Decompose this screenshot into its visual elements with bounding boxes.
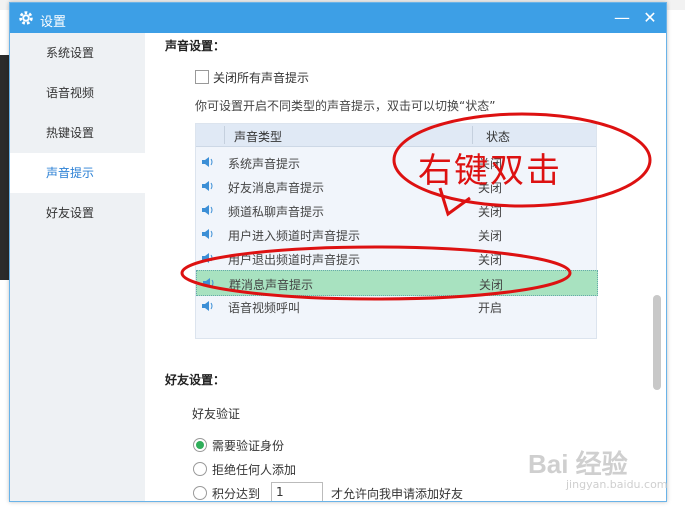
sound-row-name: 群消息声音提示 [229, 278, 314, 292]
speaker-icon [202, 181, 213, 191]
window-title: 设置 [40, 15, 67, 30]
sound-row[interactable]: 语音视频呼叫 开启 [196, 294, 596, 318]
sound-hint: 你可设置开启不同类型的声音提示，双击可以切换“状态” [195, 99, 496, 113]
sound-row-name: 系统声音提示 [228, 157, 301, 171]
sound-row[interactable]: 用户进入频道时声音提示 关闭 [196, 222, 596, 246]
sound-row-state: 关闭 [478, 229, 503, 243]
sound-row-state: 关闭 [478, 253, 503, 267]
points-suffix: 才允许向我申请添加好友 [331, 487, 464, 501]
mute-all-label: 关闭所有声音提示 [213, 71, 310, 85]
close-button[interactable]: ✕ [640, 8, 660, 28]
settings-dialog: 设置 — ✕ 系统设置 语音视频 热键设置 声音提示 好友设置 声音设置： 关闭… [9, 2, 667, 502]
settings-sidebar: 系统设置 语音视频 热键设置 声音提示 好友设置 [10, 33, 145, 501]
sound-row-selected[interactable]: 群消息声音提示 关闭 [196, 270, 598, 296]
sound-row[interactable]: 用户退出频道时声音提示 关闭 [196, 246, 596, 270]
mute-all-checkbox[interactable] [195, 70, 209, 84]
annotation-text: 右键双击 [418, 151, 562, 191]
speaker-icon [202, 301, 213, 311]
sound-row-name: 好友消息声音提示 [228, 181, 325, 195]
sound-row-name: 用户退出频道时声音提示 [228, 253, 361, 267]
points-input[interactable]: 1 [271, 482, 323, 501]
watermark: Bai 经验 [528, 449, 628, 479]
sound-row-state: 关闭 [479, 278, 504, 292]
sidebar-item-voice-video[interactable]: 语音视频 [10, 73, 145, 113]
radio-require-verify[interactable] [193, 438, 207, 452]
radio-points[interactable] [193, 486, 207, 500]
sound-row[interactable]: 频道私聊声音提示 关闭 [196, 198, 596, 222]
content-scrollbar[interactable] [653, 295, 661, 390]
column-header-type[interactable]: 声音类型 [234, 128, 282, 145]
minimize-button[interactable]: — [612, 8, 632, 28]
friend-section-title: 好友设置： [165, 373, 226, 387]
radio-reject-all-label: 拒绝任何人添加 [212, 463, 297, 477]
sound-row-name: 用户进入频道时声音提示 [228, 229, 361, 243]
settings-content: 声音设置： 关闭所有声音提示 你可设置开启不同类型的声音提示，双击可以切换“状态… [145, 33, 655, 501]
sidebar-item-system[interactable]: 系统设置 [10, 33, 145, 73]
gear-icon [19, 11, 33, 25]
sidebar-item-sound[interactable]: 声音提示 [10, 153, 145, 193]
sound-row-name: 频道私聊声音提示 [228, 205, 325, 219]
speaker-icon [203, 278, 214, 288]
title-bar: 设置 — ✕ [10, 3, 666, 33]
speaker-icon [202, 253, 213, 263]
watermark-sub: jingyan.baidu.com [566, 478, 668, 491]
friend-verify-label: 好友验证 [192, 407, 241, 421]
speaker-icon [202, 229, 213, 239]
sound-row-state: 开启 [478, 301, 503, 315]
radio-reject-all[interactable] [193, 462, 207, 476]
radio-require-verify-label: 需要验证身份 [212, 439, 285, 453]
sound-section-title: 声音设置： [165, 39, 226, 53]
sound-row-state: 关闭 [478, 205, 503, 219]
radio-points-label: 积分达到 [212, 487, 261, 501]
speaker-icon [202, 205, 213, 215]
sidebar-item-friends[interactable]: 好友设置 [10, 193, 145, 233]
speaker-icon [202, 157, 213, 167]
sound-row-name: 语音视频呼叫 [228, 301, 301, 315]
sidebar-item-hotkeys[interactable]: 热键设置 [10, 113, 145, 153]
